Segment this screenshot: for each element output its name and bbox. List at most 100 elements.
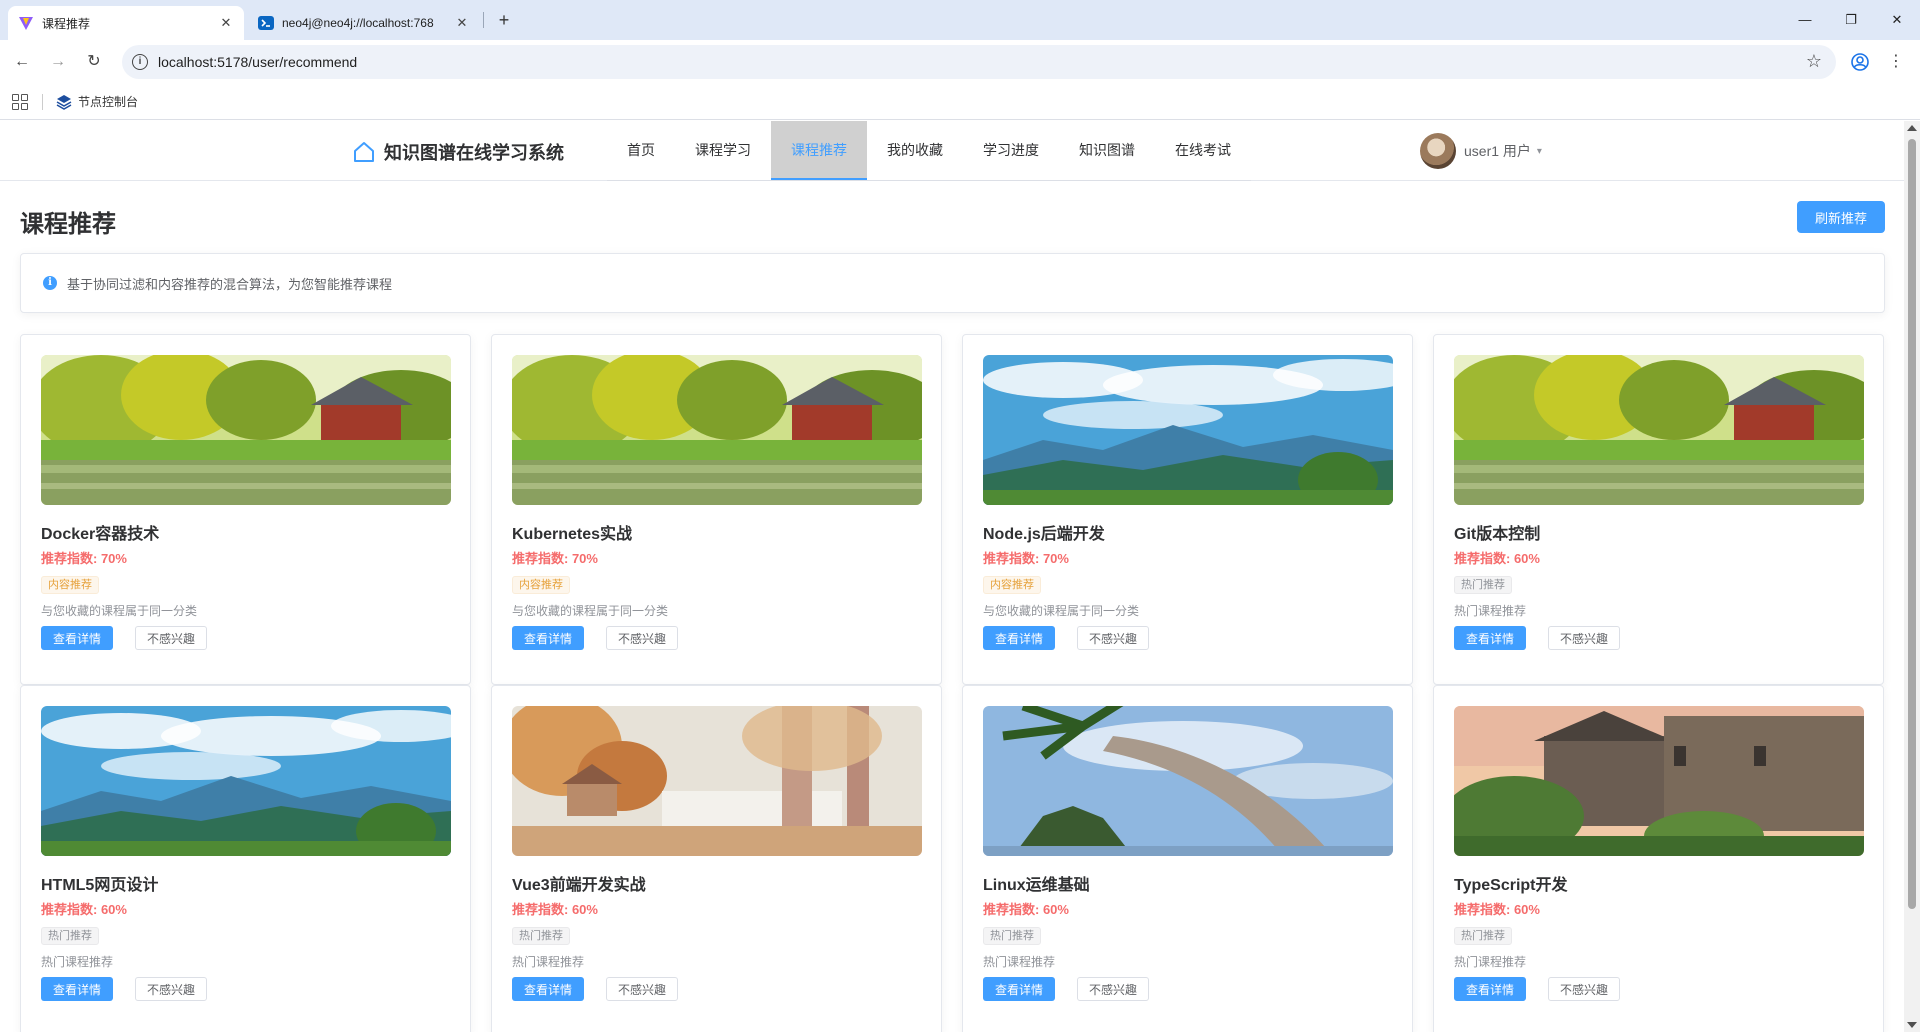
recommend-score: 推荐指数: 70% [41, 551, 127, 566]
minimize-icon[interactable]: — [1782, 0, 1828, 40]
restore-icon[interactable]: ❐ [1828, 0, 1874, 40]
recommend-type-tag: 热门推荐 [983, 927, 1041, 945]
tip-text: 基于协同过滤和内容推荐的混合算法，为您智能推荐课程 [67, 276, 393, 292]
course-card: TypeScript开发 推荐指数: 60% 热门推荐 热门课程推荐 查看详情 … [1433, 685, 1884, 1032]
browser-tab-active[interactable]: 课程推荐 ✕ [8, 6, 244, 40]
not-interested-button[interactable]: 不感兴趣 [1548, 626, 1620, 650]
bookmark-star-icon[interactable]: ☆ [1806, 51, 1822, 72]
course-title[interactable]: Linux运维基础 [983, 871, 1392, 894]
not-interested-button[interactable]: 不感兴趣 [1548, 977, 1620, 1001]
course-image[interactable] [983, 706, 1393, 856]
course-image[interactable] [512, 706, 922, 856]
menu-item-exam[interactable]: 在线考试 [1155, 121, 1251, 180]
vite-logo-icon [19, 17, 33, 30]
course-card: Vue3前端开发实战 推荐指数: 60% 热门推荐 热门课程推荐 查看详情 不感… [491, 685, 942, 1032]
address-bar[interactable]: i localhost:5178/user/recommend ☆ [122, 45, 1836, 79]
recommend-reason: 热门课程推荐 [512, 955, 585, 969]
scroll-down-icon[interactable] [1907, 1022, 1917, 1028]
course-image[interactable] [983, 355, 1393, 505]
window-close-icon[interactable]: ✕ [1874, 0, 1920, 40]
user-name: user1 [1464, 143, 1500, 159]
home-icon [354, 142, 374, 162]
view-detail-button[interactable]: 查看详情 [512, 977, 584, 1001]
back-icon[interactable]: ← [10, 50, 34, 74]
recommend-type-tag: 热门推荐 [1454, 927, 1512, 945]
not-interested-button[interactable]: 不感兴趣 [606, 977, 678, 1001]
recommend-reason: 热门课程推荐 [983, 955, 1056, 969]
course-title[interactable]: Docker容器技术 [41, 520, 450, 543]
not-interested-button[interactable]: 不感兴趣 [606, 626, 678, 650]
forward-icon[interactable]: → [46, 50, 70, 74]
tab-separator [483, 12, 484, 28]
course-title[interactable]: Node.js后端开发 [983, 520, 1392, 543]
browser-menu-icon[interactable]: ⋮ [1884, 50, 1908, 74]
layers-icon [56, 94, 72, 110]
recommend-type-tag: 热门推荐 [1454, 576, 1512, 594]
course-title[interactable]: HTML5网页设计 [41, 871, 450, 894]
recommend-reason: 与您收藏的课程属于同一分类 [41, 604, 198, 618]
recommend-type-tag: 热门推荐 [41, 927, 99, 945]
course-title[interactable]: TypeScript开发 [1454, 871, 1863, 894]
user-dropdown[interactable]: user1 用户 ▾ [1420, 133, 1542, 169]
view-detail-button[interactable]: 查看详情 [41, 626, 113, 650]
page-title: 课程推荐 [20, 211, 116, 238]
not-interested-button[interactable]: 不感兴趣 [1077, 977, 1149, 1001]
bookmark-label: 节点控制台 [78, 95, 139, 109]
browser-tab[interactable]: neo4j@neo4j://localhost:768 ✕ [248, 6, 480, 40]
not-interested-button[interactable]: 不感兴趣 [1077, 626, 1149, 650]
app-name: 知识图谱在线学习系统 [384, 143, 564, 163]
course-image[interactable] [41, 706, 451, 856]
menu-item-favorites[interactable]: 我的收藏 [867, 121, 963, 180]
course-image[interactable] [41, 355, 451, 505]
view-detail-button[interactable]: 查看详情 [41, 977, 113, 1001]
terminal-icon [258, 16, 274, 30]
view-detail-button[interactable]: 查看详情 [983, 626, 1055, 650]
course-title[interactable]: Git版本控制 [1454, 520, 1863, 543]
course-card: Node.js后端开发 推荐指数: 70% 内容推荐 与您收藏的课程属于同一分类… [962, 334, 1413, 685]
course-card: Kubernetes实战 推荐指数: 70% 内容推荐 与您收藏的课程属于同一分… [491, 334, 942, 685]
divider [42, 94, 43, 110]
menu-item-course-study[interactable]: 课程学习 [675, 121, 771, 180]
not-interested-button[interactable]: 不感兴趣 [135, 977, 207, 1001]
recommend-score: 推荐指数: 60% [1454, 902, 1540, 917]
refresh-recommend-button[interactable]: 刷新推荐 [1797, 201, 1885, 233]
recommend-type-tag: 内容推荐 [983, 576, 1041, 594]
view-detail-button[interactable]: 查看详情 [1454, 626, 1526, 650]
recommend-score: 推荐指数: 70% [983, 551, 1069, 566]
course-title[interactable]: Vue3前端开发实战 [512, 871, 921, 894]
scroll-up-icon[interactable] [1907, 125, 1917, 131]
course-image[interactable] [1454, 706, 1864, 856]
recommend-type-tag: 内容推荐 [512, 576, 570, 594]
course-card: Linux运维基础 推荐指数: 60% 热门推荐 热门课程推荐 查看详情 不感兴… [962, 685, 1413, 1032]
not-interested-button[interactable]: 不感兴趣 [135, 626, 207, 650]
close-icon[interactable]: ✕ [454, 15, 470, 31]
view-detail-button[interactable]: 查看详情 [512, 626, 584, 650]
close-icon[interactable]: ✕ [218, 15, 234, 31]
logo[interactable]: 知识图谱在线学习系统 [352, 139, 564, 165]
view-detail-button[interactable]: 查看详情 [983, 977, 1055, 1001]
recommend-reason: 与您收藏的课程属于同一分类 [512, 604, 669, 618]
tab-title: neo4j@neo4j://localhost:768 [282, 16, 434, 30]
bookmark-item[interactable]: 节点控制台 [56, 93, 138, 110]
course-title[interactable]: Kubernetes实战 [512, 520, 921, 543]
course-image[interactable] [1454, 355, 1864, 505]
page-scrollbar[interactable] [1904, 121, 1920, 1032]
view-detail-button[interactable]: 查看详情 [1454, 977, 1526, 1001]
menu-item-home[interactable]: 首页 [607, 121, 675, 180]
recommend-score: 推荐指数: 60% [983, 902, 1069, 917]
profile-icon[interactable] [1848, 50, 1872, 74]
recommend-score: 推荐指数: 60% [1454, 551, 1540, 566]
site-info-icon[interactable]: i [132, 54, 148, 70]
scrollbar-thumb[interactable] [1908, 139, 1916, 909]
main-menu: 首页 课程学习 课程推荐 我的收藏 学习进度 知识图谱 在线考试 [607, 121, 1251, 181]
recommend-reason: 热门课程推荐 [1454, 955, 1527, 969]
reload-icon[interactable]: ↻ [82, 50, 106, 74]
apps-grid-icon[interactable] [12, 94, 28, 110]
menu-item-progress[interactable]: 学习进度 [963, 121, 1059, 180]
course-image[interactable] [512, 355, 922, 505]
bookmarks-bar: 节点控制台 [0, 84, 1920, 120]
new-tab-icon[interactable]: + [492, 8, 516, 32]
menu-item-recommend[interactable]: 课程推荐 [771, 121, 867, 180]
recommend-reason: 热门课程推荐 [41, 955, 114, 969]
menu-item-knowledge-graph[interactable]: 知识图谱 [1059, 121, 1155, 180]
